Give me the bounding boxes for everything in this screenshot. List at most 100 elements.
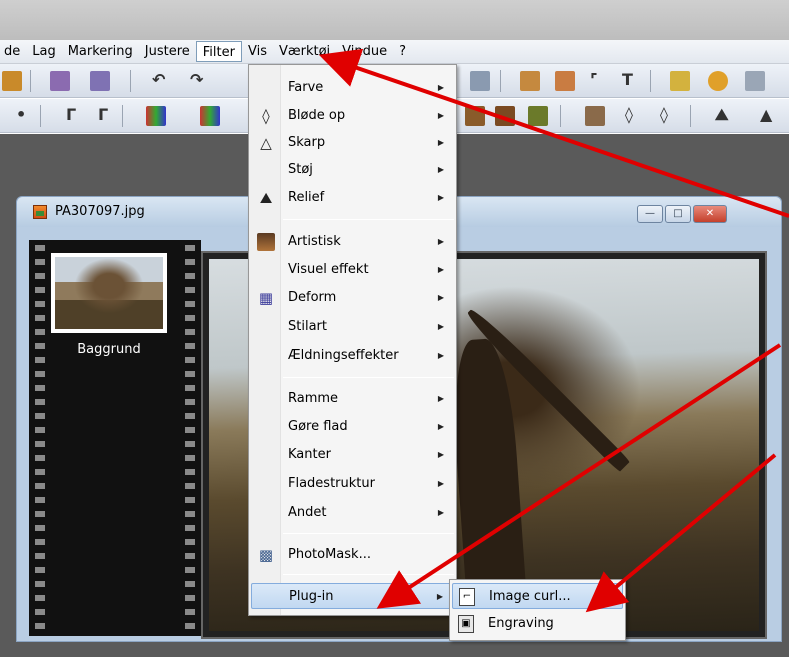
tool-icon-b[interactable]: [520, 71, 540, 91]
filmstrip-perforation: [35, 240, 45, 636]
menu-item-label: Stilart: [288, 319, 327, 334]
menu-item-label: Andet: [288, 505, 327, 520]
tool-icon-c[interactable]: [555, 71, 575, 91]
layer-thumbnail[interactable]: [51, 253, 167, 333]
triangle-icon: △: [260, 134, 272, 152]
menu-item-plug-in[interactable]: Plug-in ▶: [251, 583, 456, 609]
tool-icon-d[interactable]: [670, 71, 690, 91]
tool-icon-i[interactable]: [528, 106, 548, 126]
menu-item-skarp[interactable]: △ Skarp ▶: [251, 130, 456, 156]
submenu-arrow-icon: ▶: [437, 394, 444, 403]
drop-large-icon[interactable]: ◊: [660, 105, 668, 125]
toolbar-separator: [122, 105, 123, 127]
image-file-icon: [33, 205, 47, 219]
menu-item-stilart[interactable]: Stilart ▶: [251, 314, 456, 340]
menu-item-label: Artistisk: [288, 234, 341, 249]
submenu-arrow-icon: ▶: [437, 265, 444, 274]
submenu-arrow-icon: ▶: [437, 293, 444, 302]
menu-help[interactable]: ?: [393, 41, 412, 62]
menu-item-relief[interactable]: ⛰ Relief ▶: [251, 185, 456, 211]
selection-icon[interactable]: ⌜: [590, 70, 598, 90]
page-curl-icon: ⌐: [459, 588, 475, 606]
menu-item-label: Skarp: [288, 135, 326, 150]
layer-thumbnail-image: [55, 257, 163, 329]
toolbar-separator: [30, 70, 31, 92]
tool-icon-f[interactable]: [745, 71, 765, 91]
menu-vis[interactable]: Vis: [242, 41, 273, 62]
tool-icon-h[interactable]: [495, 106, 515, 126]
window-top-band: [0, 0, 789, 40]
tool-icon-j[interactable]: [585, 106, 605, 126]
submenu-arrow-icon: ▶: [437, 351, 444, 360]
menu-file-partial[interactable]: de: [0, 41, 26, 62]
tool-icon-a[interactable]: [470, 71, 490, 91]
submenu-arrow-icon: ▶: [437, 83, 444, 92]
menu-item-artistisk[interactable]: Artistisk ▶: [251, 229, 456, 255]
menu-item-label: Fladestruktur: [288, 476, 375, 491]
print-icon[interactable]: [50, 71, 70, 91]
drop-icon: ◊: [262, 107, 270, 125]
menu-item-image-curl[interactable]: ⌐ Image curl...: [452, 583, 623, 609]
menu-item-ramme[interactable]: Ramme ▶: [251, 386, 456, 412]
menu-item-stoj[interactable]: Støj ▶: [251, 157, 456, 183]
menu-item-kanter[interactable]: Kanter ▶: [251, 442, 456, 468]
menu-item-farve[interactable]: Farve ▶: [251, 75, 456, 101]
menu-item-label: Støj: [288, 162, 313, 177]
menu-separator: [283, 574, 454, 575]
redo-icon[interactable]: ↷: [190, 70, 203, 90]
menu-separator: [283, 377, 454, 378]
menu-vindue[interactable]: Vindue: [336, 41, 393, 62]
menu-item-visuel-effekt[interactable]: Visuel effekt ▶: [251, 257, 456, 283]
menu-item-label: PhotoMask...: [288, 547, 371, 562]
sharpen-tool-icon[interactable]: ▲: [760, 105, 772, 125]
submenu-arrow-icon: ▶: [437, 322, 444, 331]
minimize-button[interactable]: —: [637, 205, 663, 223]
scan-icon[interactable]: [90, 71, 110, 91]
toolbar-separator: [560, 105, 561, 127]
maximize-button[interactable]: □: [665, 205, 691, 223]
drop-small-icon[interactable]: ◊: [625, 105, 633, 125]
menu-item-label: Kanter: [288, 447, 331, 462]
portrait-icon: [257, 233, 275, 251]
menu-justere[interactable]: Justere: [139, 41, 196, 62]
tool-icon-g[interactable]: [465, 106, 485, 126]
layer-filmstrip: Baggrund: [29, 240, 201, 636]
menu-item-blode-op[interactable]: ◊ Bløde op ▶: [251, 103, 456, 129]
menu-vaerktoj[interactable]: Værktøj: [273, 41, 336, 62]
undo-icon[interactable]: ↶: [152, 70, 165, 90]
gamma-plus-icon[interactable]: Γ: [98, 105, 108, 125]
menu-item-deform[interactable]: ▦ Deform ▶: [251, 285, 456, 311]
brightness-plus-icon[interactable]: •: [16, 105, 26, 125]
color-plus-icon[interactable]: [200, 106, 220, 126]
text-tool-icon[interactable]: T: [622, 70, 633, 90]
menu-item-engraving[interactable]: ▣ Engraving: [452, 611, 623, 637]
menu-markering[interactable]: Markering: [62, 41, 139, 62]
color-minus-icon[interactable]: [146, 106, 166, 126]
menu-lag[interactable]: Lag: [26, 41, 61, 62]
relief-icon: ⛰: [259, 189, 273, 207]
relief-tool-icon[interactable]: ⛰: [715, 105, 728, 125]
toolbar-separator: [130, 70, 131, 92]
submenu-arrow-icon: ▶: [437, 508, 444, 517]
menu-item-andet[interactable]: Andet ▶: [251, 500, 456, 526]
menu-item-label: Bløde op: [288, 108, 346, 123]
menu-item-label: Gøre flad: [288, 419, 348, 434]
tool-icon-e[interactable]: [708, 71, 728, 91]
layer-name: Baggrund: [77, 342, 141, 357]
submenu-arrow-icon: ▶: [437, 165, 444, 174]
submenu-arrow-icon: ▶: [437, 193, 444, 202]
gamma-minus-icon[interactable]: Γ: [66, 105, 76, 125]
toolbar-separator: [690, 105, 691, 127]
menu-item-gore-flad[interactable]: Gøre flad ▶: [251, 414, 456, 440]
menu-item-label: Engraving: [488, 616, 554, 631]
menu-item-fladestruktur[interactable]: Fladestruktur ▶: [251, 471, 456, 497]
open-icon[interactable]: [2, 71, 22, 91]
menu-item-aeldningseffekter[interactable]: Ældningseffekter ▶: [251, 343, 456, 369]
menu-item-label: Image curl...: [489, 589, 571, 604]
document-title: PA307097.jpg: [55, 204, 145, 219]
toolbar-separator: [650, 70, 651, 92]
close-button[interactable]: ✕: [693, 205, 727, 223]
photomask-icon: ▩: [258, 546, 274, 564]
menu-filter[interactable]: Filter: [195, 41, 242, 62]
menu-item-photomask[interactable]: ▩ PhotoMask...: [251, 542, 456, 568]
